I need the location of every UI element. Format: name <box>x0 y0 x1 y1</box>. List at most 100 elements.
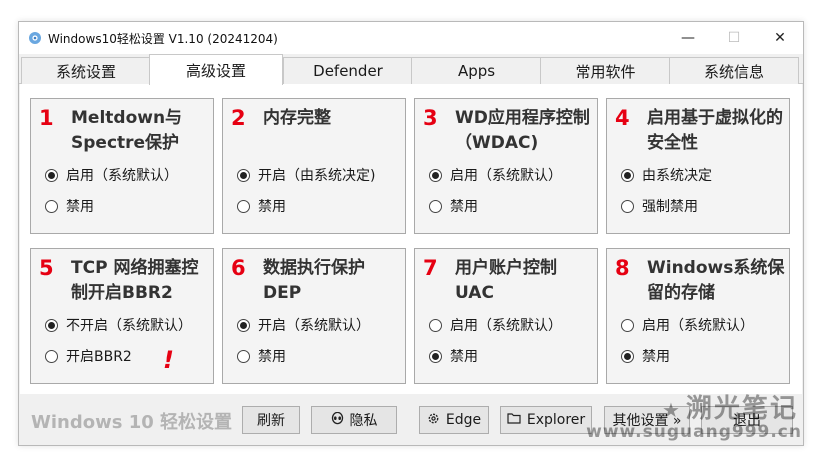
radio-button[interactable] <box>45 168 58 182</box>
option-disable[interactable]: 禁用 <box>429 196 478 216</box>
radio-button[interactable] <box>621 318 634 332</box>
title-bar: Windows10轻松设置 V1.10 (20241204) — ☐ ✕ <box>19 22 803 54</box>
close-button[interactable]: ✕ <box>757 22 803 54</box>
radio-button[interactable] <box>237 349 250 363</box>
option-force-disable[interactable]: 强制禁用 <box>621 196 698 216</box>
radio-button[interactable] <box>621 199 634 213</box>
exit-button[interactable]: 退出 <box>701 406 793 434</box>
option-label: 禁用 <box>258 199 286 215</box>
card-title: Meltdown与Spectre保护 <box>71 108 183 153</box>
folder-icon <box>507 412 521 428</box>
tab-bar: 系统设置 高级设置 Defender Apps 常用软件 系统信息 <box>19 54 803 85</box>
option-enable[interactable]: 启用（系统默认） <box>621 315 754 335</box>
option-system-decide[interactable]: 由系统决定 <box>621 165 712 185</box>
button-label: Explorer <box>526 412 586 428</box>
button-label: 其他设置 » <box>612 413 682 429</box>
radio-button[interactable] <box>45 318 58 332</box>
option-disable[interactable]: 禁用 <box>429 346 478 366</box>
option-enable[interactable]: 启用（系统默认） <box>429 165 562 185</box>
minimize-button[interactable]: — <box>665 22 711 54</box>
privacy-button[interactable]: 隐私 <box>311 406 397 434</box>
setting-card-meltdown: 1 Meltdown与Spectre保护 启用（系统默认） 禁用 <box>30 98 214 234</box>
card-number: 3 <box>423 106 438 130</box>
card-number: 2 <box>231 106 246 130</box>
card-title: 用户账户控制UAC <box>455 258 557 303</box>
button-label: 刷新 <box>257 413 285 429</box>
warning-icon: ! <box>163 346 174 374</box>
setting-card-dep: 6 数据执行保护DEP 开启（系统默认） 禁用 <box>222 248 406 384</box>
option-label: 启用（系统默认） <box>450 168 562 184</box>
option-label: 禁用 <box>66 199 94 215</box>
option-label: 不开启（系统默认） <box>66 318 192 334</box>
option-label: 由系统决定 <box>642 168 712 184</box>
option-label: 强制禁用 <box>642 199 698 215</box>
option-label: 禁用 <box>450 349 478 365</box>
tab-advanced-settings[interactable]: 高级设置 <box>149 54 283 85</box>
option-disable[interactable]: 禁用 <box>621 346 670 366</box>
setting-card-memory-integrity: 2 内存完整 开启（由系统决定) 禁用 <box>222 98 406 234</box>
tab-system-settings[interactable]: 系统设置 <box>21 57 151 84</box>
setting-card-wdac: 3 WD应用程序控制（WDAC) 启用（系统默认） 禁用 <box>414 98 598 234</box>
other-settings-button[interactable]: 其他设置 » <box>604 406 690 434</box>
card-title: 内存完整 <box>263 108 331 128</box>
radio-button[interactable] <box>429 168 442 182</box>
radio-button[interactable] <box>429 318 442 332</box>
card-number: 7 <box>423 256 438 280</box>
edge-button[interactable]: Edge <box>419 406 489 434</box>
setting-card-reserved-storage: 8 Windows系统保留的存储 启用（系统默认） 禁用 <box>606 248 790 384</box>
button-label: 退出 <box>733 413 761 429</box>
option-enable[interactable]: 启用（系统默认） <box>45 165 178 185</box>
radio-button[interactable] <box>429 349 442 363</box>
card-title: Windows系统保留的存储 <box>647 258 785 303</box>
tab-system-info[interactable]: 系统信息 <box>669 57 799 84</box>
card-number: 6 <box>231 256 246 280</box>
option-enable-bbr2[interactable]: 开启BBR2 <box>45 346 132 366</box>
footer-brand: Windows 10 轻松设置 <box>31 412 233 433</box>
radio-button[interactable] <box>237 168 250 182</box>
card-title: 启用基于虚拟化的安全性 <box>647 108 783 153</box>
radio-button[interactable] <box>429 199 442 213</box>
option-enable[interactable]: 启用（系统默认） <box>429 315 562 335</box>
advanced-settings-panel: 1 Meltdown与Spectre保护 启用（系统默认） 禁用 2 内存完整 … <box>20 84 802 394</box>
footer-bar: Windows 10 轻松设置 刷新 隐私 Edge Explorer 其他设置… <box>19 394 803 445</box>
option-label: 开启BBR2 <box>66 349 132 365</box>
option-label: 开启（由系统决定) <box>258 168 376 184</box>
option-label: 开启（系统默认） <box>258 318 370 334</box>
setting-card-vbs: 4 启用基于虚拟化的安全性 由系统决定 强制禁用 <box>606 98 790 234</box>
window-title: Windows10轻松设置 V1.10 (20241204) <box>48 32 278 46</box>
option-disable-bbr2[interactable]: 不开启（系统默认） <box>45 315 192 335</box>
radio-button[interactable] <box>621 349 634 363</box>
option-label: 启用（系统默认） <box>450 318 562 334</box>
option-label: 启用（系统默认） <box>66 168 178 184</box>
app-window: Windows10轻松设置 V1.10 (20241204) — ☐ ✕ 系统设… <box>18 21 804 446</box>
option-label: 禁用 <box>642 349 670 365</box>
alien-icon <box>331 411 344 429</box>
option-label: 禁用 <box>258 349 286 365</box>
card-title: WD应用程序控制（WDAC) <box>455 108 590 153</box>
maximize-button[interactable]: ☐ <box>711 22 757 54</box>
radio-button[interactable] <box>621 168 634 182</box>
radio-button[interactable] <box>237 318 250 332</box>
gear-icon <box>427 412 440 429</box>
refresh-button[interactable]: 刷新 <box>242 406 300 434</box>
option-enable[interactable]: 开启（系统默认） <box>237 315 370 335</box>
option-disable[interactable]: 禁用 <box>237 196 286 216</box>
tab-apps[interactable]: Apps <box>411 57 542 84</box>
button-label: Edge <box>445 412 482 428</box>
explorer-button[interactable]: Explorer <box>500 406 592 434</box>
setting-card-tcp-bbr2: 5 TCP 网络拥塞控制开启BBR2 不开启（系统默认） 开启BBR2 ! <box>30 248 214 384</box>
card-number: 1 <box>39 106 54 130</box>
option-label: 禁用 <box>450 199 478 215</box>
option-disable[interactable]: 禁用 <box>45 196 94 216</box>
card-title: TCP 网络拥塞控制开启BBR2 <box>71 258 199 303</box>
radio-button[interactable] <box>45 199 58 213</box>
option-enable[interactable]: 开启（由系统决定) <box>237 165 375 185</box>
option-disable[interactable]: 禁用 <box>237 346 286 366</box>
radio-button[interactable] <box>45 349 58 363</box>
tab-defender[interactable]: Defender <box>283 57 413 84</box>
radio-button[interactable] <box>237 199 250 213</box>
card-number: 8 <box>615 256 630 280</box>
card-number: 4 <box>615 106 630 130</box>
tab-common-software[interactable]: 常用软件 <box>540 57 671 84</box>
app-icon <box>29 32 41 44</box>
